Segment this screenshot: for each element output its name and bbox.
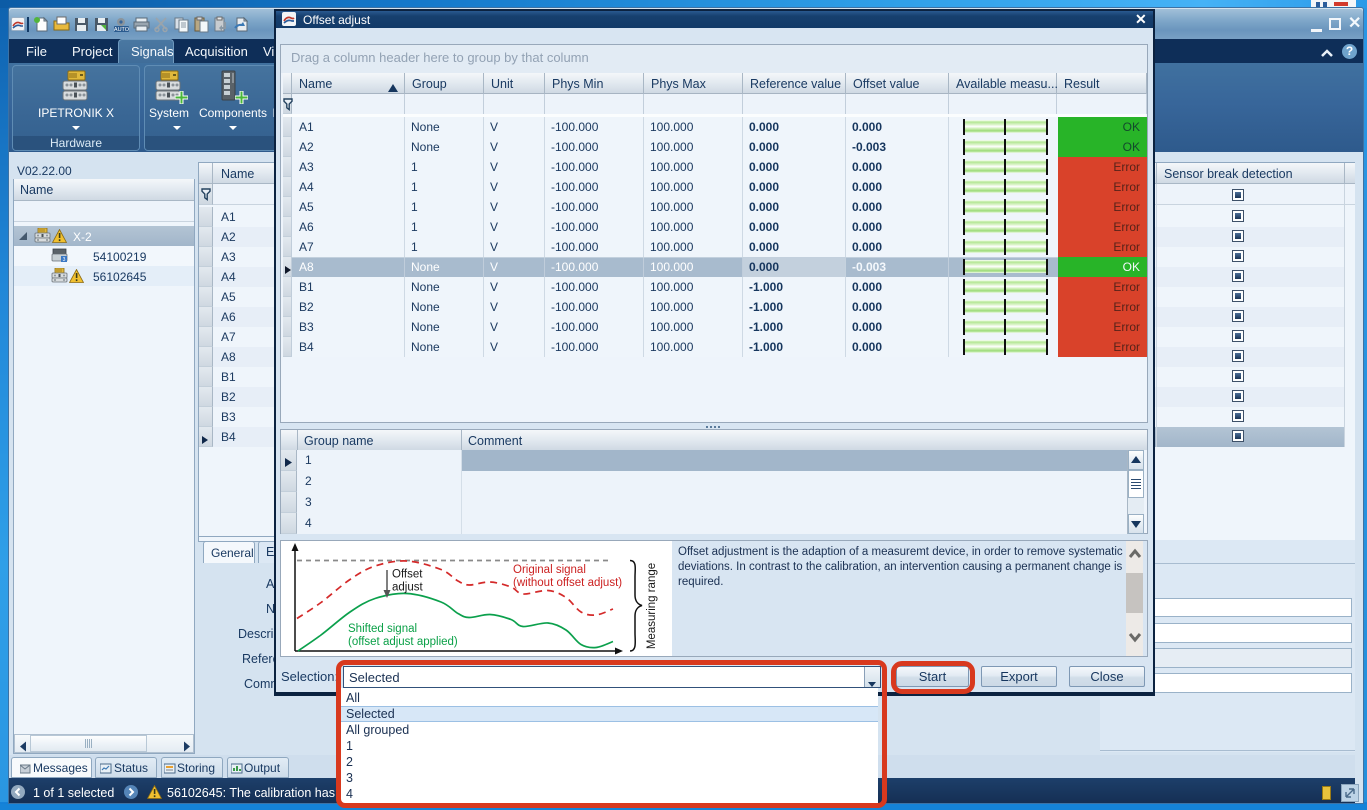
svg-text:(without offset adjust): (without offset adjust) — [513, 577, 622, 589]
svg-text:Offset: Offset — [392, 569, 423, 581]
svg-text:Measuring range: Measuring range — [646, 563, 658, 649]
svg-text:adjust: adjust — [392, 582, 423, 594]
svg-text:(offset adjust applied): (offset adjust applied) — [348, 636, 458, 648]
svg-text:AUTO: AUTO — [114, 27, 130, 33]
svg-text:3: 3 — [63, 257, 66, 263]
svg-text:Shifted signal: Shifted signal — [348, 623, 417, 635]
svg-text:Original signal: Original signal — [513, 564, 586, 576]
